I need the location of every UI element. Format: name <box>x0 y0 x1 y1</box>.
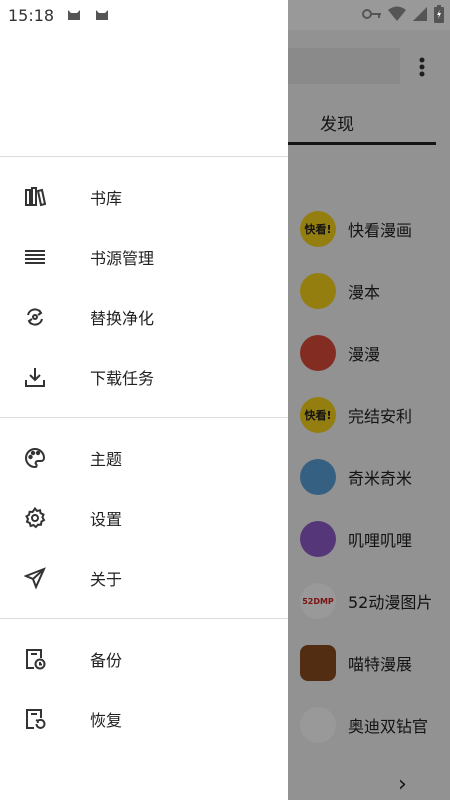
battery-icon <box>434 5 444 23</box>
bookshelf-icon <box>24 186 46 208</box>
menu-item-source-manage[interactable]: 书源管理 <box>0 227 288 287</box>
menu-item-label: 书源管理 <box>90 249 155 268</box>
menu-item-download[interactable]: 下载任务 <box>0 347 288 407</box>
menu-item-label: 备份 <box>90 651 123 670</box>
wifi-icon <box>388 6 406 22</box>
menu-item-theme[interactable]: 主题 <box>0 428 288 488</box>
menu-item-backup[interactable]: 备份 <box>0 629 288 689</box>
restore-icon <box>24 708 46 730</box>
menu-item-bookshelf[interactable]: 书库 <box>0 167 288 227</box>
palette-icon <box>24 447 46 469</box>
menu-item-settings[interactable]: 设置 <box>0 488 288 548</box>
download-icon <box>24 366 46 388</box>
signal-icon <box>412 6 428 22</box>
vpn-key-icon <box>362 7 382 21</box>
list-icon <box>24 246 46 268</box>
status-bar: 15:18 <box>0 0 450 30</box>
status-time: 15:18 <box>8 6 55 25</box>
menu-item-label: 替换净化 <box>90 309 155 328</box>
menu-item-label: 关于 <box>90 570 123 589</box>
menu-group-main: 书库 书源管理 替换净化 下载任务 <box>0 157 288 418</box>
menu-item-label: 设置 <box>90 510 123 529</box>
menu-item-about[interactable]: 关于 <box>0 548 288 608</box>
cat-icon <box>94 7 110 23</box>
menu-group-data: 备份 恢复 <box>0 619 288 759</box>
backup-icon <box>24 648 46 670</box>
cat-icon <box>66 7 82 23</box>
navigation-drawer: 书库 书源管理 替换净化 下载任务 主题 设置 关于 备份 恢复 <box>0 0 288 800</box>
menu-item-label: 恢复 <box>90 711 123 730</box>
settings-icon <box>24 507 46 529</box>
menu-item-label: 主题 <box>90 450 123 469</box>
menu-item-label: 书库 <box>90 189 123 208</box>
replace-icon <box>24 306 46 328</box>
menu-item-replace[interactable]: 替换净化 <box>0 287 288 347</box>
menu-item-restore[interactable]: 恢复 <box>0 689 288 749</box>
menu-item-label: 下载任务 <box>90 369 155 388</box>
menu-group-settings: 主题 设置 关于 <box>0 418 288 619</box>
send-icon <box>24 567 46 589</box>
